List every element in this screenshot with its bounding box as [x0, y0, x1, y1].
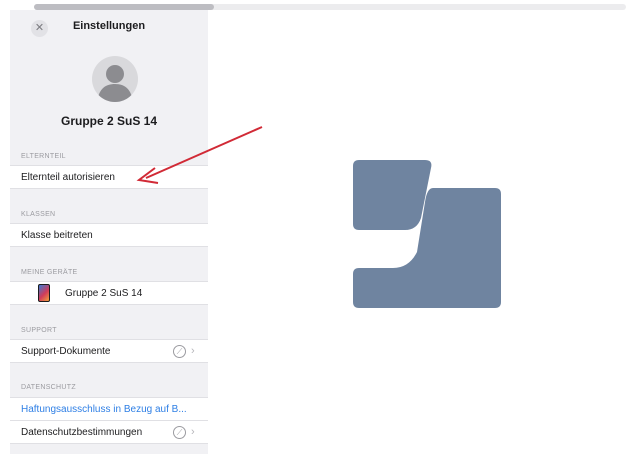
- arrow-shaft: [145, 126, 263, 179]
- annotation-arrow: [136, 126, 263, 184]
- schoolwork-logo-icon: [353, 160, 501, 308]
- arrow-head: [136, 167, 159, 184]
